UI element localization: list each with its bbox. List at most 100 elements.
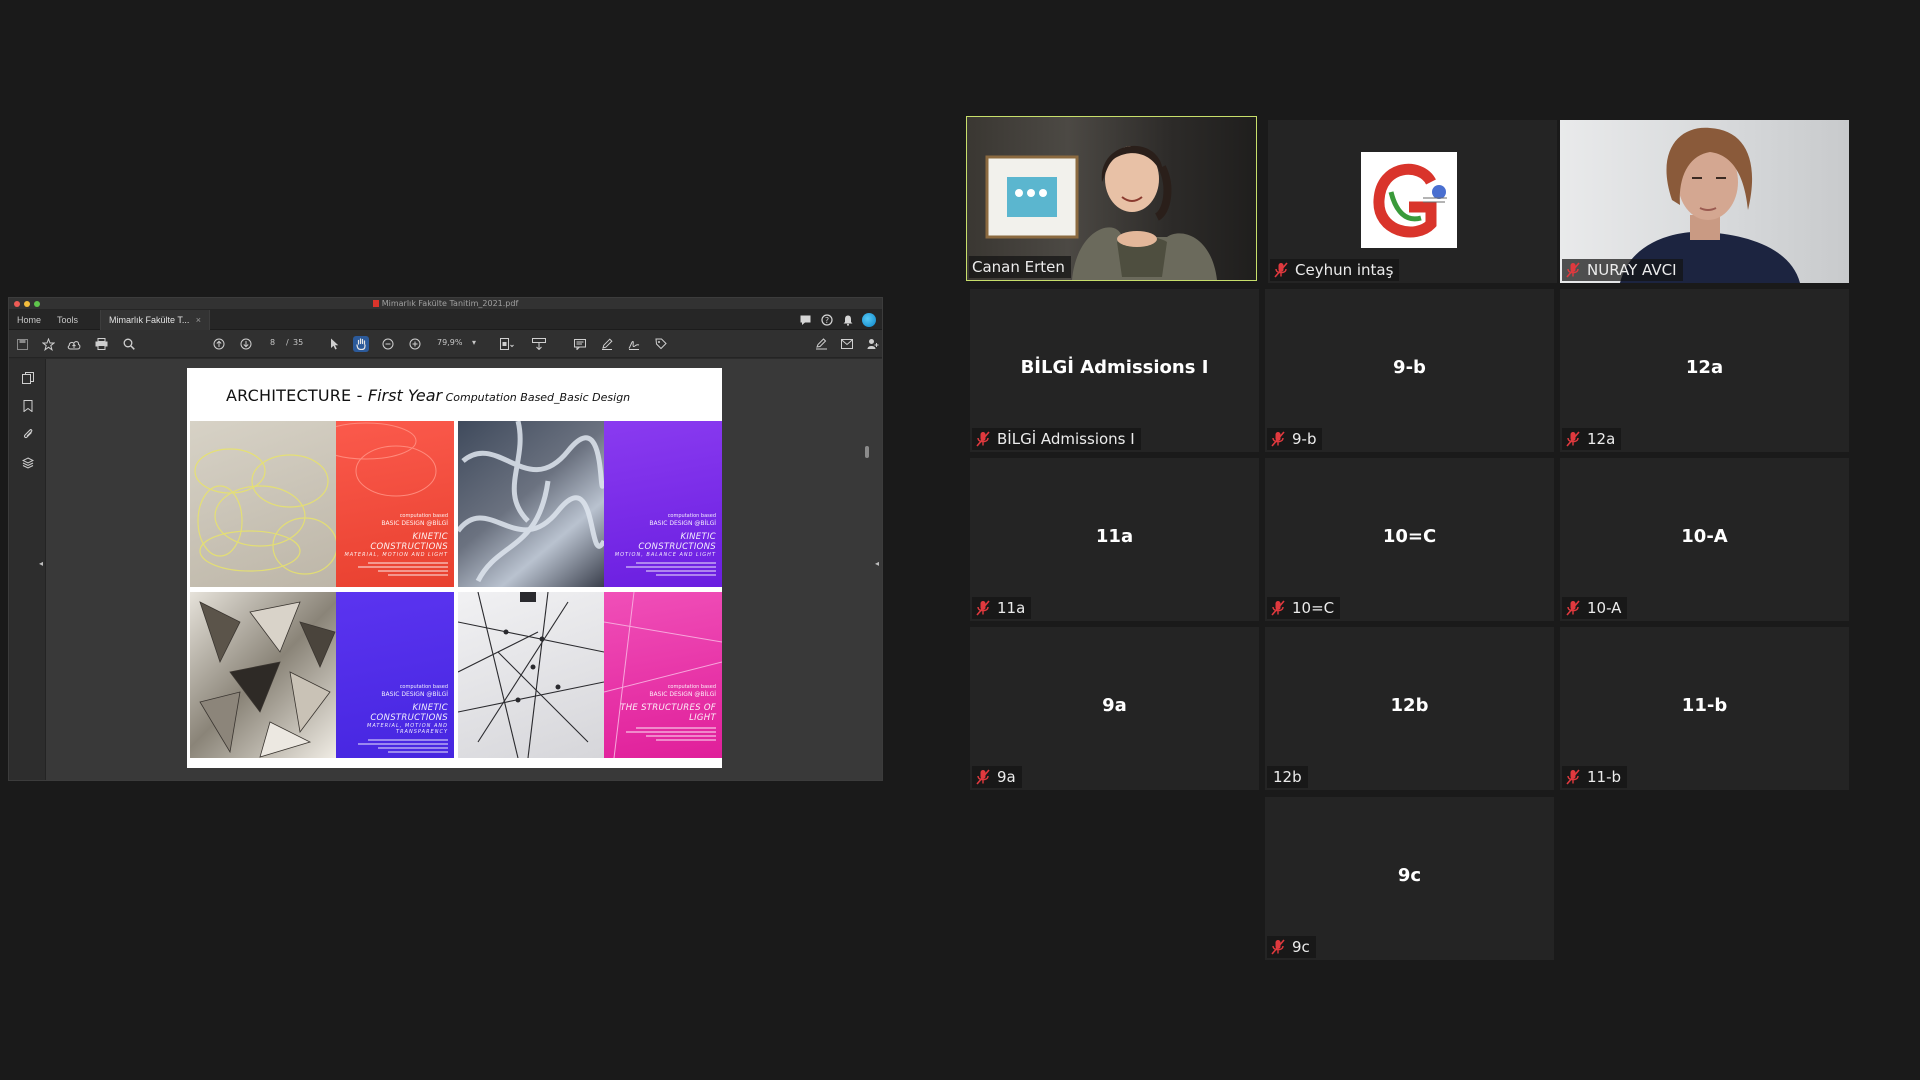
comment-tool-icon[interactable] — [572, 336, 588, 352]
participant-display-name: 10-A — [1681, 526, 1728, 547]
participant-name-tag: 11a — [972, 597, 1032, 619]
poster-photo — [190, 592, 336, 758]
participant-name: 9a — [997, 768, 1016, 786]
participant-name-tag: 9-b — [1267, 428, 1323, 450]
tab-close-icon[interactable]: × — [196, 315, 201, 325]
sign-icon[interactable] — [626, 336, 642, 352]
poster-credits — [336, 739, 448, 753]
participant-tile-10-c[interactable]: 10=C 10=C — [1265, 458, 1554, 621]
participant-tile-9c[interactable]: 9c 9c — [1265, 797, 1554, 960]
participant-tile-12a[interactable]: 12a 12a — [1560, 289, 1849, 452]
poster-small: computation based — [667, 513, 716, 519]
document-area[interactable]: ◂ ◂ ARCHITECTURE - First Year Computatio… — [9, 359, 882, 780]
window-title-text: Mimarlık Fakülte Tanitim_2021.pdf — [381, 299, 519, 308]
scrollbar-thumb[interactable] — [865, 446, 869, 458]
bookmark-star-icon[interactable] — [40, 336, 56, 352]
poster-color-panel: computation based BASIC DESIGN @BİLGİ KI… — [336, 592, 454, 758]
comment-icon[interactable] — [799, 314, 812, 327]
poster-subtitle: MOTION, BALANCE AND LIGHT — [614, 552, 716, 558]
page-number-input[interactable]: 8 — [270, 338, 275, 347]
poster-text: computation based BASIC DESIGN @BİLGİ TH… — [604, 684, 716, 741]
participant-name-tag: NURAY AVCI — [1562, 259, 1683, 281]
mic-muted-icon — [975, 600, 991, 616]
bell-icon[interactable] — [841, 314, 854, 327]
select-cursor-icon[interactable] — [326, 336, 342, 352]
viewer-titlebar: Mimarlık Fakülte Tanitim_2021.pdf — [9, 298, 882, 310]
participant-tile-9-b[interactable]: 9-b 9-b — [1265, 289, 1554, 452]
zoom-in-icon[interactable] — [407, 336, 423, 352]
save-icon[interactable] — [14, 336, 30, 352]
tabrow-icons: ? — [799, 313, 876, 327]
poster-color-panel: computation based BASIC DESIGN @BİLGİ TH… — [604, 592, 722, 758]
poster-heading: BASIC DESIGN @BİLGİ — [381, 691, 448, 698]
participant-display-name: 12a — [1685, 357, 1724, 378]
participant-name: BİLGİ Admissions I — [997, 430, 1135, 448]
zoom-out-icon[interactable] — [380, 336, 396, 352]
previous-page-icon[interactable] — [211, 336, 227, 352]
share-tag-icon[interactable] — [653, 336, 669, 352]
add-user-icon[interactable] — [865, 336, 881, 352]
pdf-file-icon — [372, 300, 379, 307]
slide-title-main: ARCHITECTURE — [226, 386, 352, 405]
vertical-scrollbar[interactable] — [862, 361, 872, 778]
zoom-dropdown-chevron-icon[interactable]: ▾ — [472, 338, 476, 347]
participant-name: 11-b — [1587, 768, 1622, 786]
collapse-left-icon[interactable]: ◂ — [39, 559, 43, 568]
tab-document-label: Mimarlık Fakülte T... — [109, 314, 190, 325]
participant-name-tag: 9a — [972, 766, 1022, 788]
tab-tools[interactable]: Tools — [49, 310, 86, 330]
poster-small: computation based — [399, 684, 448, 690]
participant-tile-11-b[interactable]: 11-b 11-b — [1560, 627, 1849, 790]
mail-icon[interactable] — [839, 336, 855, 352]
poster-heading: BASIC DESIGN @BİLGİ — [649, 520, 716, 527]
viewer-toolbar: 8 / 35 79,9% ▾ — [9, 330, 882, 358]
next-page-icon[interactable] — [238, 336, 254, 352]
participant-tile-ceyhun-intas[interactable]: Ceyhun intaş — [1268, 120, 1557, 283]
participant-tile-bilgi-admissions[interactable]: BİLGİ Admissions I BİLGİ Admissions I — [970, 289, 1259, 452]
participant-display-name: 9c — [1397, 865, 1422, 886]
participant-display-name: 11a — [1095, 526, 1134, 547]
shared-screen[interactable]: Mimarlık Fakülte Tanitim_2021.pdf Home T… — [8, 297, 883, 781]
participant-display-name: 10=C — [1382, 526, 1437, 547]
print-icon[interactable] — [93, 336, 109, 352]
mic-muted-icon — [1273, 262, 1289, 278]
participant-tile-canan-erten[interactable]: Canan Erten — [966, 116, 1257, 281]
fill-sign-icon[interactable] — [813, 336, 829, 352]
participant-tile-9a[interactable]: 9a 9a — [970, 627, 1259, 790]
viewer-tab-row: Home Tools Mimarlık Fakülte T... × ? — [9, 309, 882, 330]
participant-display-name: 9-b — [1393, 357, 1426, 378]
cloud-upload-icon[interactable] — [66, 336, 82, 352]
poster-photo — [458, 421, 607, 587]
participant-tile-10-a[interactable]: 10-A 10-A — [1560, 458, 1849, 621]
profile-logo — [1361, 152, 1457, 248]
mic-muted-icon — [1565, 431, 1581, 447]
account-avatar-icon[interactable] — [862, 313, 876, 327]
pages-thumbnail-icon[interactable] — [21, 371, 35, 385]
slide-title-dash: - — [351, 386, 368, 405]
bookmark-icon[interactable] — [21, 399, 35, 413]
left-rail: ◂ — [9, 359, 46, 780]
poster-color-panel: computation based BASIC DESIGN @BİLGİ KI… — [336, 421, 454, 587]
layers-icon[interactable] — [21, 456, 35, 470]
help-icon[interactable]: ? — [820, 314, 833, 327]
pen-icon[interactable] — [599, 336, 615, 352]
collapse-right-icon[interactable]: ◂ — [875, 559, 879, 568]
participant-tile-12b[interactable]: 12b 12b — [1265, 627, 1554, 790]
scroll-mode-icon[interactable] — [531, 336, 547, 352]
participant-tile-11a[interactable]: 11a 11a — [970, 458, 1259, 621]
svg-text:?: ? — [824, 316, 828, 325]
poster-credits — [336, 562, 448, 576]
search-icon[interactable] — [121, 336, 137, 352]
fit-page-icon[interactable] — [499, 336, 515, 352]
poster-credits — [604, 727, 716, 741]
zoom-level-select[interactable]: 79,9% — [437, 338, 462, 347]
attachment-icon[interactable] — [21, 427, 35, 441]
tab-home[interactable]: Home — [9, 310, 49, 330]
poster-kinetic-balance: computation based BASIC DESIGN @BİLGİ KI… — [458, 421, 722, 587]
hand-tool-icon[interactable] — [353, 336, 369, 352]
poster-title: KINETIC CONSTRUCTIONS — [370, 532, 448, 552]
participant-name-tag: Ceyhun intaş — [1270, 259, 1400, 281]
poster-structures-of-light: computation based BASIC DESIGN @BİLGİ TH… — [458, 592, 722, 758]
participant-tile-nuray-avci[interactable]: NURAY AVCI — [1560, 120, 1849, 283]
tab-document[interactable]: Mimarlık Fakülte T... × — [100, 309, 211, 330]
